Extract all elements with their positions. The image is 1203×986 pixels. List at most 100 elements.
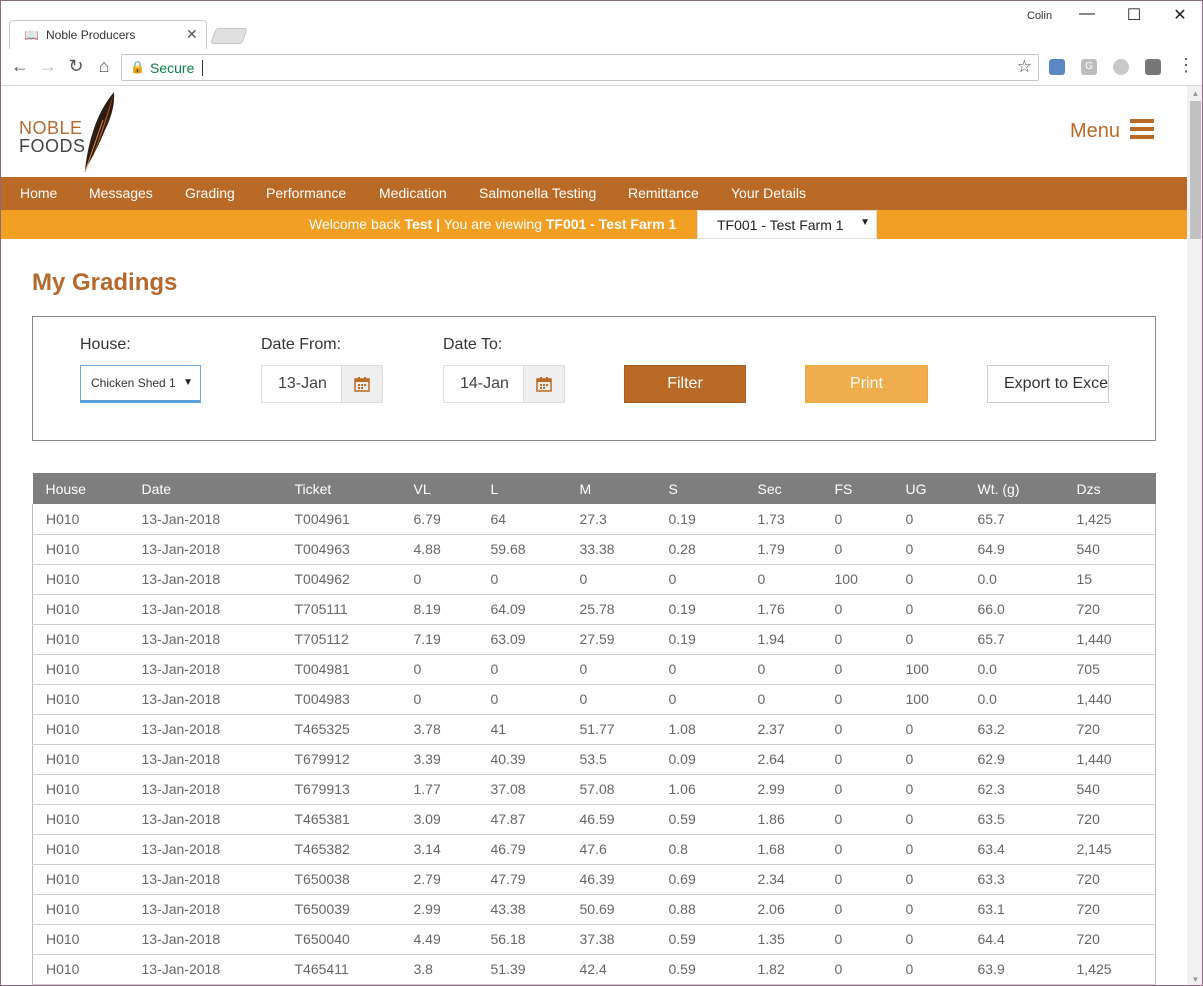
col-sec[interactable]: Sec <box>745 473 822 504</box>
address-bar[interactable]: 🔒 Secure ☆ <box>121 54 1039 81</box>
extension-4-icon[interactable] <box>1145 59 1161 75</box>
nav-grading[interactable]: Grading <box>185 185 235 201</box>
forward-icon[interactable]: → <box>37 56 59 77</box>
extension-g-icon[interactable]: G <box>1081 59 1097 75</box>
window-close-icon[interactable]: ✕ <box>1165 5 1195 25</box>
table-row[interactable]: H010 13-Jan-2018 T465382 3.14 46.79 47.6 0.8 1.… <box>32 834 1156 865</box>
table-cell: 0 <box>821 624 893 655</box>
table-cell: 13-Jan-2018 <box>128 894 282 925</box>
table-cell: 46.39 <box>566 864 656 895</box>
table-cell: 0 <box>892 594 965 625</box>
table-row[interactable]: H010 13-Jan-2018 T465381 3.09 47.87 46.59 0.59… <box>32 804 1156 835</box>
table-cell: 0 <box>821 684 893 715</box>
table-cell: 0 <box>477 654 567 685</box>
extension-3-icon[interactable] <box>1113 59 1129 75</box>
table-row[interactable]: H010 13-Jan-2018 T705111 8.19 64.09 25.78 0.19… <box>32 594 1156 625</box>
nav-performance[interactable]: Performance <box>266 185 346 201</box>
noble-foods-logo[interactable]: NOBLE FOODS <box>19 90 129 175</box>
table-cell: 0.69 <box>655 864 745 895</box>
table-cell: 0.28 <box>655 534 745 565</box>
table-cell: 25.78 <box>566 594 656 625</box>
col-l[interactable]: L <box>478 473 567 504</box>
table-cell: 1.73 <box>744 504 822 535</box>
hamburger-icon[interactable] <box>1130 119 1154 143</box>
date-to-input[interactable]: 14-Jan <box>443 365 565 403</box>
table-row[interactable]: H010 13-Jan-2018 T650038 2.79 47.79 46.39 0.69… <box>32 864 1156 895</box>
table-cell: 0.19 <box>655 504 745 535</box>
table-cell: T679912 <box>281 744 401 775</box>
nav-home[interactable]: Home <box>20 185 57 201</box>
date-from-input[interactable]: 13-Jan <box>261 365 383 403</box>
back-icon[interactable]: ← <box>9 56 31 77</box>
table-row[interactable]: H010 13-Jan-2018 T679912 3.39 40.39 53.5 0.09 2… <box>32 744 1156 775</box>
col-m[interactable]: M <box>567 473 656 504</box>
menu-label[interactable]: Menu <box>1070 120 1120 143</box>
table-cell: T650038 <box>281 864 401 895</box>
filter-button[interactable]: Filter <box>624 365 746 403</box>
page-scrollbar[interactable]: ▲ ▼ <box>1187 86 1202 985</box>
nav-messages[interactable]: Messages <box>89 185 153 201</box>
home-icon[interactable]: ⌂ <box>93 56 115 77</box>
new-tab-button[interactable] <box>210 28 248 44</box>
table-cell: 0 <box>892 534 965 565</box>
table-cell: 540 <box>1063 774 1156 805</box>
table-cell: 720 <box>1063 714 1156 745</box>
table-cell: 13-Jan-2018 <box>128 654 282 685</box>
profile-name[interactable]: Colin <box>1027 10 1052 22</box>
table-cell: 0 <box>821 744 893 775</box>
table-row[interactable]: H010 13-Jan-2018 T679913 1.77 37.08 57.08 1.06… <box>32 774 1156 805</box>
browser-tab[interactable]: 📖 Noble Producers ✕ <box>9 20 207 49</box>
table-cell: 63.3 <box>964 864 1064 895</box>
col-ticket[interactable]: Ticket <box>282 473 401 504</box>
table-row[interactable]: H010 13-Jan-2018 T465411 3.8 51.39 42.4 0.59 1.… <box>32 954 1156 985</box>
nav-your-details[interactable]: Your Details <box>731 185 806 201</box>
tab-close-icon[interactable]: ✕ <box>186 26 198 43</box>
table-cell: H010 <box>32 834 129 865</box>
col-house[interactable]: House <box>33 473 129 504</box>
text-cursor <box>202 60 203 76</box>
minimize-icon[interactable]: — <box>1072 5 1102 23</box>
scroll-down-icon[interactable]: ▼ <box>1187 972 1202 985</box>
browser-menu-icon[interactable]: ⋮ <box>1177 55 1195 76</box>
farm-select[interactable]: TF001 - Test Farm 1 ▼ <box>697 210 877 239</box>
nav-medication[interactable]: Medication <box>379 185 447 201</box>
table-row[interactable]: H010 13-Jan-2018 T650039 2.99 43.38 50.69 0.88… <box>32 894 1156 925</box>
col-vl[interactable]: VL <box>401 473 478 504</box>
table-row[interactable]: H010 13-Jan-2018 T465325 3.78 41 51.77 1.08 2.3… <box>32 714 1156 745</box>
col-s[interactable]: S <box>656 473 745 504</box>
table-cell: 0 <box>892 834 965 865</box>
bookmark-star-icon[interactable]: ☆ <box>1017 57 1032 77</box>
date-to-calendar-button[interactable] <box>523 366 564 402</box>
tab-title: Noble Producers <box>46 28 136 42</box>
table-row[interactable]: H010 13-Jan-2018 T004963 4.88 59.68 33.38 0.28… <box>32 534 1156 565</box>
table-row[interactable]: H010 13-Jan-2018 T004962 0 0 0 0 0 100 0 0.0 15 <box>32 564 1156 595</box>
table-cell: H010 <box>32 864 129 895</box>
col-dozens[interactable]: Dzs <box>1064 473 1156 504</box>
col-ug[interactable]: UG <box>893 473 965 504</box>
nav-salmonella-testing[interactable]: Salmonella Testing <box>479 185 596 201</box>
table-cell: 64 <box>477 504 567 535</box>
scroll-thumb[interactable] <box>1190 101 1201 239</box>
reload-icon[interactable]: ↻ <box>65 56 87 77</box>
nav-remittance[interactable]: Remittance <box>628 185 699 201</box>
house-select[interactable]: Chicken Shed 1 ▼ <box>80 365 201 403</box>
print-button[interactable]: Print <box>805 365 928 403</box>
col-date[interactable]: Date <box>129 473 282 504</box>
col-weight[interactable]: Wt. (g) <box>965 473 1064 504</box>
table-cell: 62.3 <box>964 774 1064 805</box>
table-cell: 0 <box>892 864 965 895</box>
export-to-excel-button[interactable]: Export to Excel <box>987 365 1109 403</box>
extension-1-icon[interactable] <box>1049 59 1065 75</box>
table-cell: 100 <box>892 654 965 685</box>
scroll-up-icon[interactable]: ▲ <box>1187 86 1202 101</box>
maximize-icon[interactable]: ☐ <box>1119 5 1149 25</box>
table-cell: 1.82 <box>744 954 822 985</box>
table-row[interactable]: H010 13-Jan-2018 T004961 6.79 64 27.3 0.19 1.73… <box>32 504 1156 535</box>
table-row[interactable]: H010 13-Jan-2018 T705112 7.19 63.09 27.59 0.19… <box>32 624 1156 655</box>
table-row[interactable]: H010 13-Jan-2018 T004983 0 0 0 0 0 0 100 0.0 1,440 <box>32 684 1156 715</box>
table-row[interactable]: H010 13-Jan-2018 T004981 0 0 0 0 0 0 100 0.0 705 <box>32 654 1156 685</box>
col-fs[interactable]: FS <box>822 473 893 504</box>
table-cell: 1.06 <box>655 774 745 805</box>
table-row[interactable]: H010 13-Jan-2018 T650040 4.49 56.18 37.38 0.59… <box>32 924 1156 955</box>
date-from-calendar-button[interactable] <box>341 366 382 402</box>
